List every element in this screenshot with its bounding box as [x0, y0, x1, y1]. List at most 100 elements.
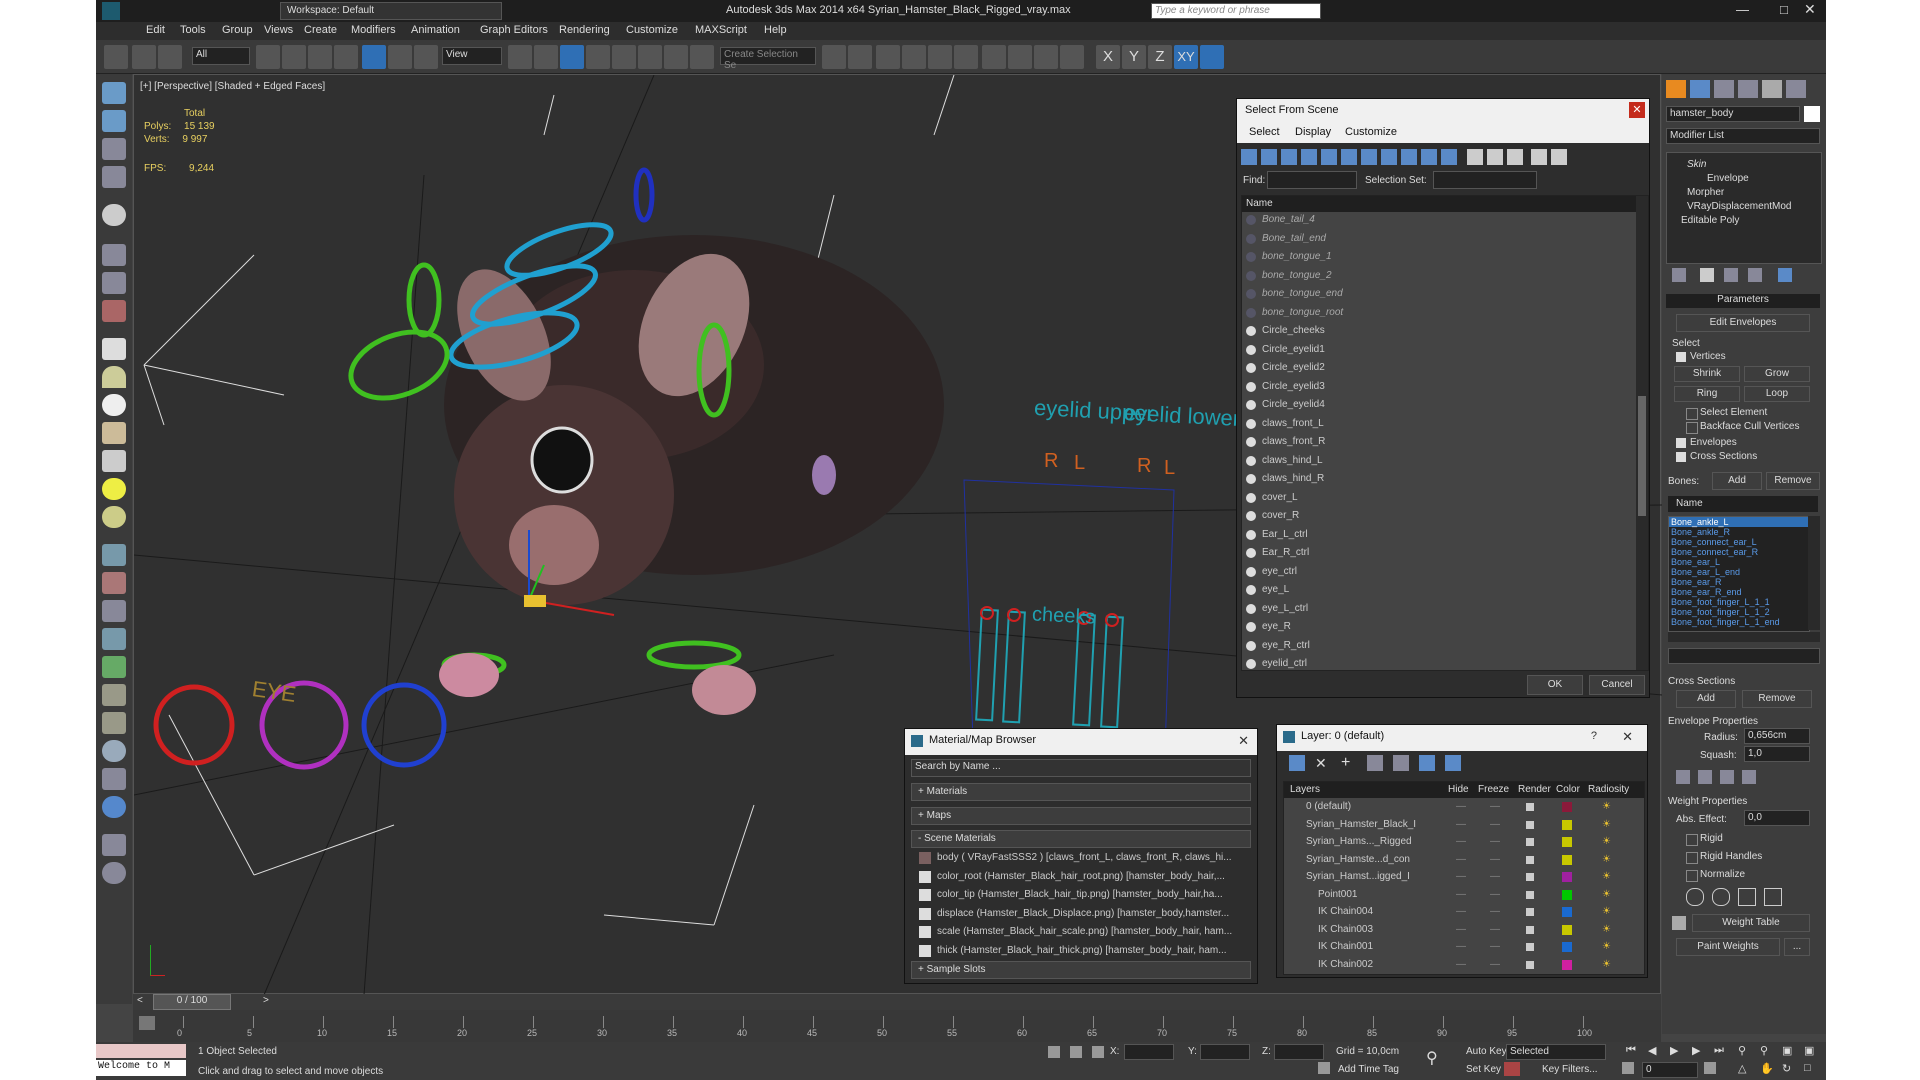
- layer-row[interactable]: 0 (default) — — ☀: [1284, 799, 1644, 817]
- loop-button[interactable]: Loop: [1744, 386, 1810, 402]
- menu-rendering[interactable]: Rendering: [559, 24, 610, 36]
- normalize-checkbox[interactable]: [1686, 870, 1698, 882]
- scene-list-item[interactable]: Ear_R_ctrl: [1242, 545, 1636, 563]
- edit-envelopes-button[interactable]: Edit Envelopes: [1676, 314, 1810, 332]
- freeze-all-layers-icon[interactable]: [1445, 755, 1461, 771]
- zoom-icon[interactable]: ⚲: [1738, 1044, 1746, 1057]
- add-time-tag[interactable]: Add Time Tag: [1338, 1064, 1399, 1075]
- bone-list-item[interactable]: Bone_foot_finger_L_1_end: [1669, 617, 1809, 627]
- bone-list-item[interactable]: Bone_ankle_R: [1669, 527, 1809, 537]
- cancel-button[interactable]: Cancel: [1589, 675, 1645, 695]
- layer-color-swatch[interactable]: [1562, 819, 1572, 830]
- help-icon[interactable]: ?: [1591, 730, 1597, 742]
- scene-object-list[interactable]: Name Bone_tail_4 Bone_tail_end bone_tongue…: [1241, 195, 1649, 671]
- exclude-verts-icon[interactable]: [1686, 888, 1704, 906]
- square-icon[interactable]: [102, 338, 126, 360]
- bone-list-item[interactable]: Bone_foot_finger_L_1_1: [1669, 597, 1809, 607]
- modify-tab-icon[interactable]: [1690, 80, 1710, 98]
- envelope-paste-icon[interactable]: [1742, 770, 1756, 784]
- bones-hscrollbar[interactable]: [1668, 632, 1820, 642]
- next-key-icon[interactable]: ▶: [1692, 1044, 1700, 1057]
- sfs-menu-select[interactable]: Select: [1249, 126, 1280, 138]
- display-tab-icon[interactable]: [1762, 80, 1782, 98]
- render-toggle-icon[interactable]: [1526, 855, 1534, 864]
- angle-snap-icon[interactable]: [612, 45, 636, 69]
- sun-icon[interactable]: [102, 478, 126, 500]
- axis-cycle-icon[interactable]: [1200, 45, 1224, 69]
- select-object-icon[interactable]: [256, 45, 280, 69]
- unlink-icon[interactable]: [132, 45, 156, 69]
- parameters-rollout[interactable]: Parameters: [1666, 294, 1820, 308]
- filter-shapes-icon[interactable]: [1261, 149, 1277, 165]
- track-bar-menu-icon[interactable]: [139, 1016, 155, 1030]
- scene-list-item[interactable]: Circle_eyelid4: [1242, 397, 1636, 415]
- new-layer-icon[interactable]: [1289, 755, 1305, 771]
- freeze-toggle-icon[interactable]: —: [1490, 801, 1500, 812]
- y-coord-field[interactable]: [1200, 1044, 1250, 1060]
- hide-toggle-icon[interactable]: —: [1456, 801, 1466, 812]
- next-frame-icon[interactable]: >: [263, 995, 269, 1006]
- scene-list-item[interactable]: eye_R: [1242, 619, 1636, 637]
- layer-color-swatch[interactable]: [1562, 942, 1572, 952]
- scene-material-item[interactable]: thick (Hamster_Black_hair_thick.png) [ha…: [915, 942, 1251, 960]
- window-crossing-icon[interactable]: [334, 45, 358, 69]
- menu-group[interactable]: Group: [222, 24, 253, 36]
- scene-list-item[interactable]: Circle_eyelid3: [1242, 379, 1636, 397]
- backface-checkbox[interactable]: [1686, 422, 1698, 434]
- layer-color-swatch[interactable]: [1562, 907, 1572, 917]
- shape-icon[interactable]: [102, 600, 126, 622]
- paint-options-button[interactable]: ...: [1784, 938, 1810, 956]
- envelopes-checkbox[interactable]: [1676, 438, 1686, 448]
- freeze-toggle-icon[interactable]: —: [1490, 854, 1500, 865]
- freeze-toggle-icon[interactable]: —: [1490, 836, 1500, 847]
- close-icon[interactable]: ✕: [1629, 102, 1645, 118]
- layer-name[interactable]: 0 (default): [1306, 801, 1351, 812]
- auto-key-button[interactable]: Auto Key: [1466, 1046, 1507, 1057]
- cone-icon[interactable]: [102, 450, 126, 472]
- time-slider-thumb[interactable]: 0 / 100: [153, 994, 231, 1010]
- dynamics-icon[interactable]: [102, 572, 126, 594]
- cs-add-button[interactable]: Add: [1676, 690, 1736, 708]
- scene-list-item[interactable]: eye_L_ctrl: [1242, 601, 1636, 619]
- sfs-menu-customize[interactable]: Customize: [1345, 126, 1397, 138]
- find-input[interactable]: [1267, 171, 1357, 189]
- scene-material-item[interactable]: color_root (Hamster_Black_hair_root.png)…: [915, 868, 1251, 886]
- axis-z-button[interactable]: Z: [1148, 45, 1172, 69]
- add-to-layer-icon[interactable]: +: [1341, 755, 1357, 771]
- render-toggle-icon[interactable]: [1526, 943, 1534, 951]
- section-scene-materials[interactable]: - Scene Materials: [911, 830, 1251, 848]
- hide-toggle-icon[interactable]: —: [1456, 871, 1466, 882]
- isolate-icon[interactable]: [1048, 1046, 1060, 1058]
- col-freeze[interactable]: Freeze: [1478, 784, 1509, 795]
- mmb-search-input[interactable]: Search by Name ...: [911, 759, 1251, 777]
- render-toggle-icon[interactable]: [1526, 890, 1534, 899]
- layer-name[interactable]: IK Chain002: [1318, 959, 1373, 970]
- percent-snap-icon[interactable]: [638, 45, 662, 69]
- particle-icon[interactable]: [102, 300, 126, 322]
- layer-color-swatch[interactable]: [1562, 837, 1572, 847]
- hide-all-layers-icon[interactable]: [1419, 755, 1435, 771]
- layer-color-swatch[interactable]: [1562, 924, 1572, 935]
- menu-maxscript[interactable]: MAXScript: [695, 24, 747, 36]
- section-sample-slots[interactable]: + Sample Slots: [911, 961, 1251, 979]
- stack-skin[interactable]: Skin: [1687, 159, 1706, 170]
- col-radiosity[interactable]: Radiosity: [1588, 784, 1629, 795]
- scene-list-item[interactable]: eye_ctrl: [1242, 564, 1636, 582]
- radiosity-icon[interactable]: ☀: [1602, 959, 1611, 970]
- render-sphere-icon[interactable]: [102, 740, 126, 762]
- filter-frozen-icon[interactable]: [1441, 149, 1457, 165]
- close-icon[interactable]: ✕: [1622, 729, 1633, 745]
- scene-material-item[interactable]: displace (Hamster_Black_Displace.png) [h…: [915, 905, 1251, 923]
- scale-icon[interactable]: [414, 45, 438, 69]
- link-icon[interactable]: [104, 45, 128, 69]
- material-icon[interactable]: [102, 768, 126, 790]
- stack-vraydisplacement[interactable]: VRayDisplacementMod: [1687, 201, 1792, 212]
- bake-weights-icon[interactable]: [1764, 888, 1782, 906]
- material-editor-icon[interactable]: [982, 45, 1006, 69]
- render-toggle-icon[interactable]: [1526, 820, 1534, 829]
- app-logo-icon[interactable]: [102, 2, 120, 20]
- bone-list-item[interactable]: Bone_connect_ear_R: [1669, 547, 1809, 557]
- layer-row[interactable]: Syrian_Hamster_Black_I — — ☀: [1284, 817, 1644, 835]
- grow-button[interactable]: Grow: [1744, 366, 1810, 382]
- scene-list-item[interactable]: cover_R: [1242, 508, 1636, 526]
